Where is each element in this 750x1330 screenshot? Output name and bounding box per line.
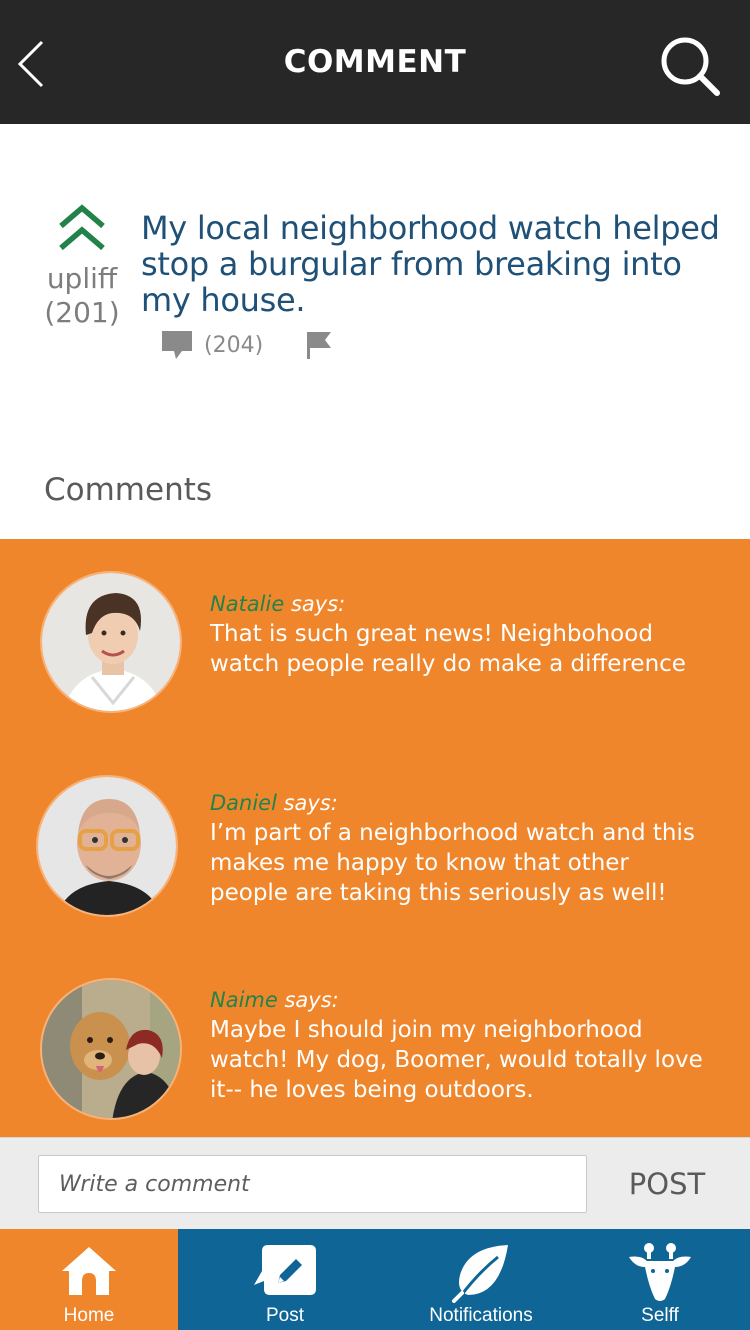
comment-input[interactable] <box>38 1155 587 1213</box>
giraffe-icon <box>629 1243 691 1301</box>
comment-text: Maybe I should join my neighborhood watc… <box>210 1017 703 1103</box>
comment-author[interactable]: Daniel <box>210 791 277 815</box>
tab-notifications[interactable]: Notifications <box>392 1229 570 1330</box>
comment-content: Daniel says: I’m part of a neighborhood … <box>210 790 710 908</box>
avatar-natalie-image <box>42 573 180 711</box>
comment-bubble-icon[interactable] <box>160 329 194 361</box>
pencil-icon <box>254 1245 316 1295</box>
leaf-icon <box>452 1245 508 1303</box>
avatar[interactable] <box>40 978 182 1120</box>
post-text: My local neighborhood watch helped stop … <box>141 209 720 319</box>
avatar[interactable] <box>40 571 182 713</box>
comments-heading: Comments <box>44 472 213 508</box>
flag-icon[interactable] <box>305 330 333 360</box>
upliff-vote: upliff (201) <box>40 204 124 330</box>
upvote-chevron-icon[interactable] <box>57 204 107 254</box>
avatar-naime-image <box>42 980 180 1118</box>
post-comment-button[interactable]: POST <box>620 1164 714 1204</box>
comment-count: (204) <box>204 332 264 358</box>
comment-author-line: Natalie says: <box>210 591 710 617</box>
top-bar: COMMENT <box>0 0 750 124</box>
comment-says: says: <box>284 592 346 616</box>
comment-content: Natalie says: That is such great news! N… <box>210 591 710 679</box>
page-title: COMMENT <box>283 44 467 80</box>
comment-content: Naime says: Maybe I should join my neigh… <box>210 987 710 1105</box>
comment-says: says: <box>277 988 339 1012</box>
tab-label: Selff <box>641 1305 679 1326</box>
vote-count: (201) <box>44 296 120 329</box>
comment-author[interactable]: Natalie <box>210 592 284 616</box>
tab-label: Notifications <box>429 1305 533 1326</box>
avatar-daniel-image <box>38 777 176 915</box>
comments-list: Natalie says: That is such great news! N… <box>0 539 750 1137</box>
search-icon <box>661 37 720 96</box>
search-button[interactable] <box>658 34 722 98</box>
tab-label: Post <box>265 1305 305 1326</box>
comment-composer: POST <box>0 1137 750 1229</box>
tab-label: Home <box>63 1305 115 1326</box>
comment-author[interactable]: Naime <box>210 988 278 1012</box>
tab-self[interactable]: Selff <box>570 1229 750 1330</box>
home-icon <box>62 1247 116 1295</box>
comment-author-line: Naime says: <box>210 987 710 1013</box>
post-meta: (204) <box>160 328 333 362</box>
comment-author-line: Daniel says: <box>210 790 710 816</box>
tab-post[interactable]: Post <box>178 1229 392 1330</box>
comment-text: That is such great news! Neighbohood wat… <box>210 621 686 677</box>
tab-home[interactable]: Home <box>0 1229 178 1330</box>
comment-text: I’m part of a neighborhood watch and thi… <box>210 820 695 906</box>
comment-says: says: <box>276 791 338 815</box>
avatar[interactable] <box>36 775 178 917</box>
bottom-tab-bar: Home Post Notifications Selff <box>0 1229 750 1330</box>
vote-label: upliff <box>46 262 118 295</box>
